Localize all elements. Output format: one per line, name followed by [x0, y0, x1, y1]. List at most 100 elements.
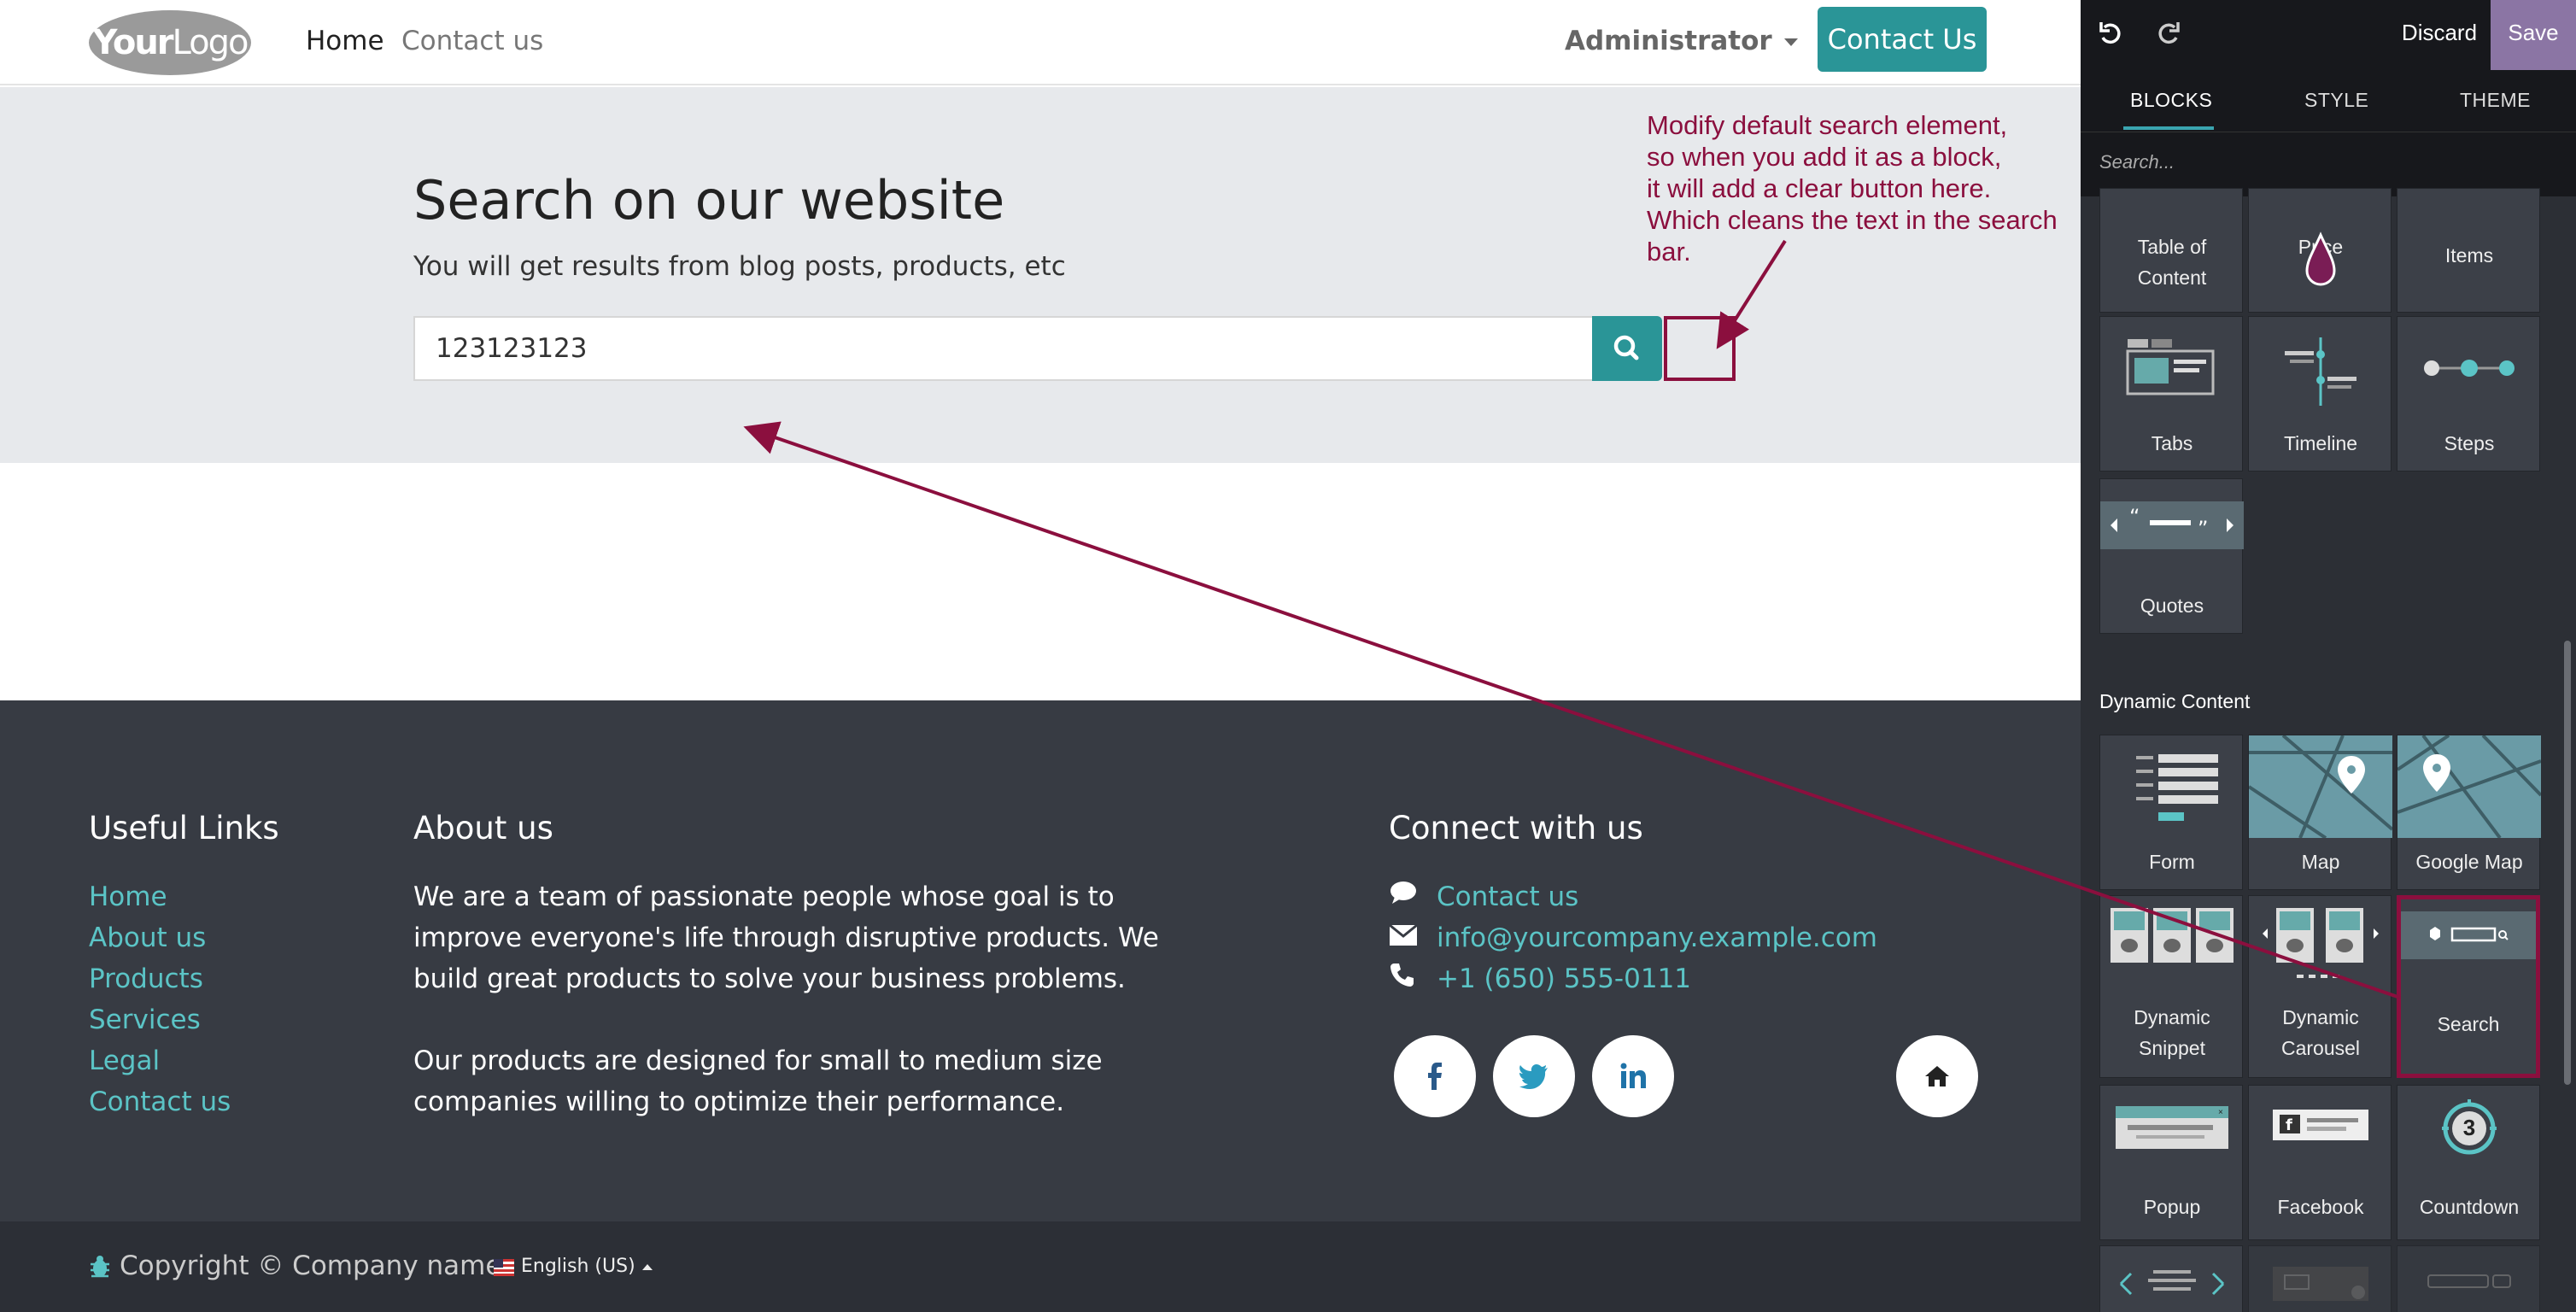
footer-link-home[interactable]: Home — [89, 876, 231, 917]
block-map[interactable]: Map — [2248, 735, 2392, 890]
google-map-thumbnail — [2397, 735, 2541, 838]
editor-toolbar: Discard Save — [2081, 0, 2576, 70]
block-search-input[interactable]: Search... — [2099, 151, 2175, 173]
useful-links-heading: Useful Links — [89, 810, 279, 846]
user-name: Administrator — [1565, 26, 1772, 56]
connect-phone-link[interactable]: +1 (650) 555-0111 — [1437, 964, 1691, 994]
footer-link-contact[interactable]: Contact us — [89, 1081, 231, 1122]
useful-links-list: Home About us Products Services Legal Co… — [89, 876, 231, 1122]
dynamic-snippet-thumbnail — [2111, 908, 2234, 963]
countdown-number: 3 — [2462, 1115, 2476, 1140]
block-cut-off-2[interactable] — [2248, 1245, 2392, 1312]
footer: Useful Links Home About us Products Serv… — [0, 700, 2081, 1221]
block-form[interactable]: Form — [2099, 735, 2243, 890]
facebook-block-thumbnail: f — [2273, 1110, 2368, 1140]
search-title: Search on our website — [413, 169, 1005, 231]
connect-item[interactable]: Contact us — [1389, 876, 1877, 917]
block-label: Popup — [2143, 1196, 2201, 1218]
steps-thumbnail — [2424, 360, 2515, 377]
block-label: Quotes — [2140, 594, 2204, 617]
save-button[interactable]: Save — [2491, 0, 2576, 70]
footer-link-legal[interactable]: Legal — [89, 1040, 231, 1081]
tab-style[interactable]: STYLE — [2304, 89, 2368, 112]
about-paragraph-2: Our products are designed for small to m… — [413, 1046, 1103, 1117]
connect-item[interactable]: +1 (650) 555-0111 — [1389, 958, 1877, 999]
active-tab-indicator — [2123, 126, 2214, 130]
contact-us-button[interactable]: Contact Us — [1818, 7, 1987, 72]
tab-theme[interactable]: THEME — [2460, 89, 2531, 112]
language-label: English (US) — [521, 1256, 635, 1277]
connect-email-link[interactable]: info@yourcompany.example.com — [1437, 922, 1877, 953]
block-label: Search — [2437, 1013, 2500, 1035]
editor-tabs: BLOCKS STYLE THEME — [2081, 70, 2576, 132]
footer-link-services[interactable]: Services — [89, 999, 231, 1040]
search-subtitle: You will get results from blog posts, pr… — [413, 251, 1066, 282]
linkedin-button[interactable] — [1592, 1035, 1674, 1117]
facebook-button[interactable] — [1394, 1035, 1476, 1117]
search-icon — [1613, 335, 1639, 360]
svg-text:”: ” — [2198, 517, 2208, 541]
user-menu[interactable]: Administrator — [1565, 22, 1798, 60]
home-button[interactable] — [1896, 1035, 1978, 1117]
blocks-panel: Table of Content Price Items Tabs Timeli… — [2081, 188, 2576, 1312]
timeline-thumbnail — [2285, 337, 2356, 406]
block-label: Table of Content — [2137, 236, 2207, 289]
language-selector[interactable]: English (US) — [521, 1256, 653, 1277]
category-dynamic-content: Dynamic Content — [2099, 690, 2251, 712]
tab-blocks[interactable]: BLOCKS — [2130, 89, 2212, 112]
block-table-of-content[interactable]: Table of Content — [2099, 188, 2243, 313]
envelope-icon — [1389, 917, 1437, 958]
block-google-map[interactable]: Google Map — [2397, 735, 2541, 890]
block-label: Tabs — [2151, 432, 2193, 454]
popup-thumbnail: × — [2116, 1106, 2228, 1149]
svg-text:×: × — [2218, 1108, 2223, 1117]
chevron-up-icon — [641, 1263, 653, 1270]
search-button[interactable] — [1592, 316, 1662, 381]
clear-button-placeholder — [1664, 316, 1736, 381]
nav-link-contact[interactable]: Contact us — [401, 22, 543, 60]
undo-icon[interactable] — [2096, 19, 2127, 50]
block-steps[interactable]: Steps — [2397, 316, 2540, 472]
block-popup[interactable]: × Popup — [2099, 1085, 2243, 1240]
logo-text-bold: Your — [92, 23, 174, 62]
dynamic-carousel-thumbnail — [2263, 908, 2379, 978]
logo[interactable]: YourLogo — [89, 10, 251, 75]
drop-icon — [2305, 231, 2336, 286]
block-search[interactable]: Search — [2397, 895, 2540, 1078]
block-timeline[interactable]: Timeline — [2248, 316, 2392, 472]
discard-button[interactable]: Discard — [2383, 0, 2496, 70]
block-cut-off-1[interactable] — [2099, 1245, 2243, 1312]
footer-link-about[interactable]: About us — [89, 917, 231, 958]
block-label: Form — [2149, 851, 2195, 873]
connect-heading: Connect with us — [1389, 810, 1643, 846]
block-quotes[interactable]: “” Quotes — [2099, 478, 2244, 634]
copyright-text: Copyright © Company name — [120, 1250, 502, 1281]
twitter-button[interactable] — [1493, 1035, 1575, 1117]
block-cut-off-3[interactable] — [2397, 1245, 2540, 1312]
footer-link-products[interactable]: Products — [89, 958, 231, 999]
block-tabs[interactable]: Tabs — [2099, 316, 2243, 472]
block-price[interactable]: Price — [2248, 188, 2392, 313]
home-icon — [1925, 1066, 1949, 1086]
block-facebook[interactable]: f Facebook — [2248, 1085, 2392, 1240]
block-search[interactable]: Search... — [2081, 132, 2576, 196]
block-dynamic-snippet[interactable]: Dynamic Snippet — [2099, 895, 2243, 1078]
form-thumbnail — [2136, 754, 2218, 821]
chevron-down-icon — [1783, 38, 1798, 46]
nav-link-home[interactable]: Home — [306, 22, 384, 60]
blocks-scrollbar[interactable] — [2564, 641, 2571, 1085]
connect-contact-link[interactable]: Contact us — [1437, 882, 1578, 912]
linkedin-icon — [1620, 1063, 1646, 1088]
bug-icon[interactable] — [89, 1254, 111, 1280]
block-countdown[interactable]: 3 Countdown — [2397, 1085, 2540, 1240]
block-label: Facebook — [2277, 1196, 2364, 1218]
twitter-icon — [1519, 1064, 1548, 1089]
connect-item[interactable]: info@yourcompany.example.com — [1389, 917, 1877, 958]
search-input[interactable]: 123123123 — [413, 316, 1594, 381]
facebook-icon — [1428, 1063, 1442, 1090]
search-block-thumbnail — [2401, 911, 2536, 959]
redo-icon[interactable] — [2152, 19, 2183, 50]
block-dynamic-carousel[interactable]: Dynamic Carousel — [2248, 895, 2392, 1078]
block-label: Timeline — [2283, 432, 2358, 454]
block-items[interactable]: Items — [2397, 188, 2540, 313]
